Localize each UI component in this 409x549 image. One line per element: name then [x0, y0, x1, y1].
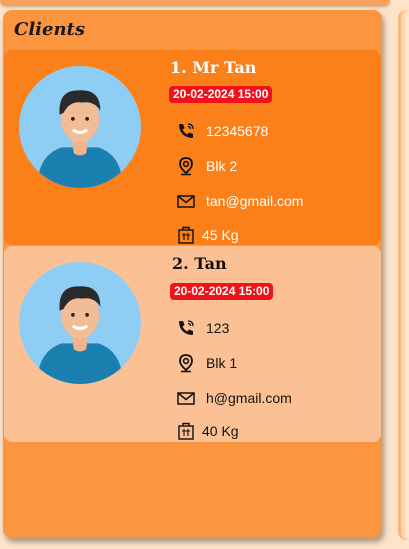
phone-text: 12345678 [206, 123, 269, 139]
weight-text: 45 Kg [202, 227, 239, 243]
weight-text: 40 Kg [202, 423, 239, 439]
appointment-datetime-badge: 20-02-2024 15:00 [169, 86, 273, 103]
client-name: 2. Tan [172, 254, 227, 273]
address-row: Blk 2 [176, 155, 237, 177]
luggage-icon [178, 226, 194, 244]
email-text: tan@gmail.com [206, 193, 304, 209]
phone-text: 123 [206, 320, 230, 336]
location-pin-icon [179, 354, 193, 373]
client-name: 1. Mr Tan [170, 58, 257, 77]
appointment-datetime-badge: 20-02-2024 15:00 [170, 283, 274, 300]
address-text: Blk 2 [206, 158, 238, 174]
email-row: tan@gmail.com [176, 190, 303, 212]
email-row: h@gmail.com [176, 387, 292, 409]
weight-row: 40 Kg [176, 420, 239, 442]
phone-icon [179, 320, 194, 335]
clients-panel: Clients 1. Mr Tan 20-02-2024 15:00 12345… [3, 10, 382, 538]
top-strip [0, 0, 390, 6]
mail-icon [177, 195, 195, 208]
client-card-1[interactable]: 1. Mr Tan 20-02-2024 15:00 12345678 Blk … [4, 50, 381, 245]
avatar [19, 66, 141, 188]
luggage-icon [178, 422, 194, 440]
location-pin-icon [179, 157, 193, 176]
client-card-2[interactable]: 2. Tan 20-02-2024 15:00 123 Blk 1 h@gmai… [4, 246, 381, 442]
mail-icon [177, 392, 195, 405]
phone-row: 123 [176, 317, 229, 339]
phone-icon [179, 123, 194, 138]
panel-title: Clients [14, 19, 85, 40]
weight-row: 45 Kg [176, 224, 239, 246]
phone-row: 12345678 [176, 120, 268, 142]
address-row: Blk 1 [176, 352, 237, 374]
avatar [19, 262, 141, 384]
address-text: Blk 1 [206, 355, 238, 371]
adjacent-panel-edge [398, 10, 409, 540]
email-text: h@gmail.com [206, 390, 292, 406]
